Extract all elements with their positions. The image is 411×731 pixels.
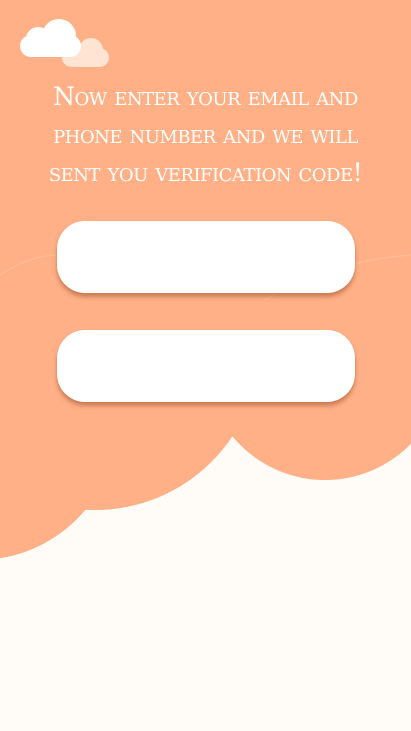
top-clouds	[20, 19, 109, 67]
instruction-headline: Now enter your email and phone number an…	[48, 82, 363, 187]
email-field[interactable]	[57, 221, 355, 293]
phone-number-field[interactable]	[57, 330, 355, 402]
cloud-icon	[20, 19, 81, 57]
